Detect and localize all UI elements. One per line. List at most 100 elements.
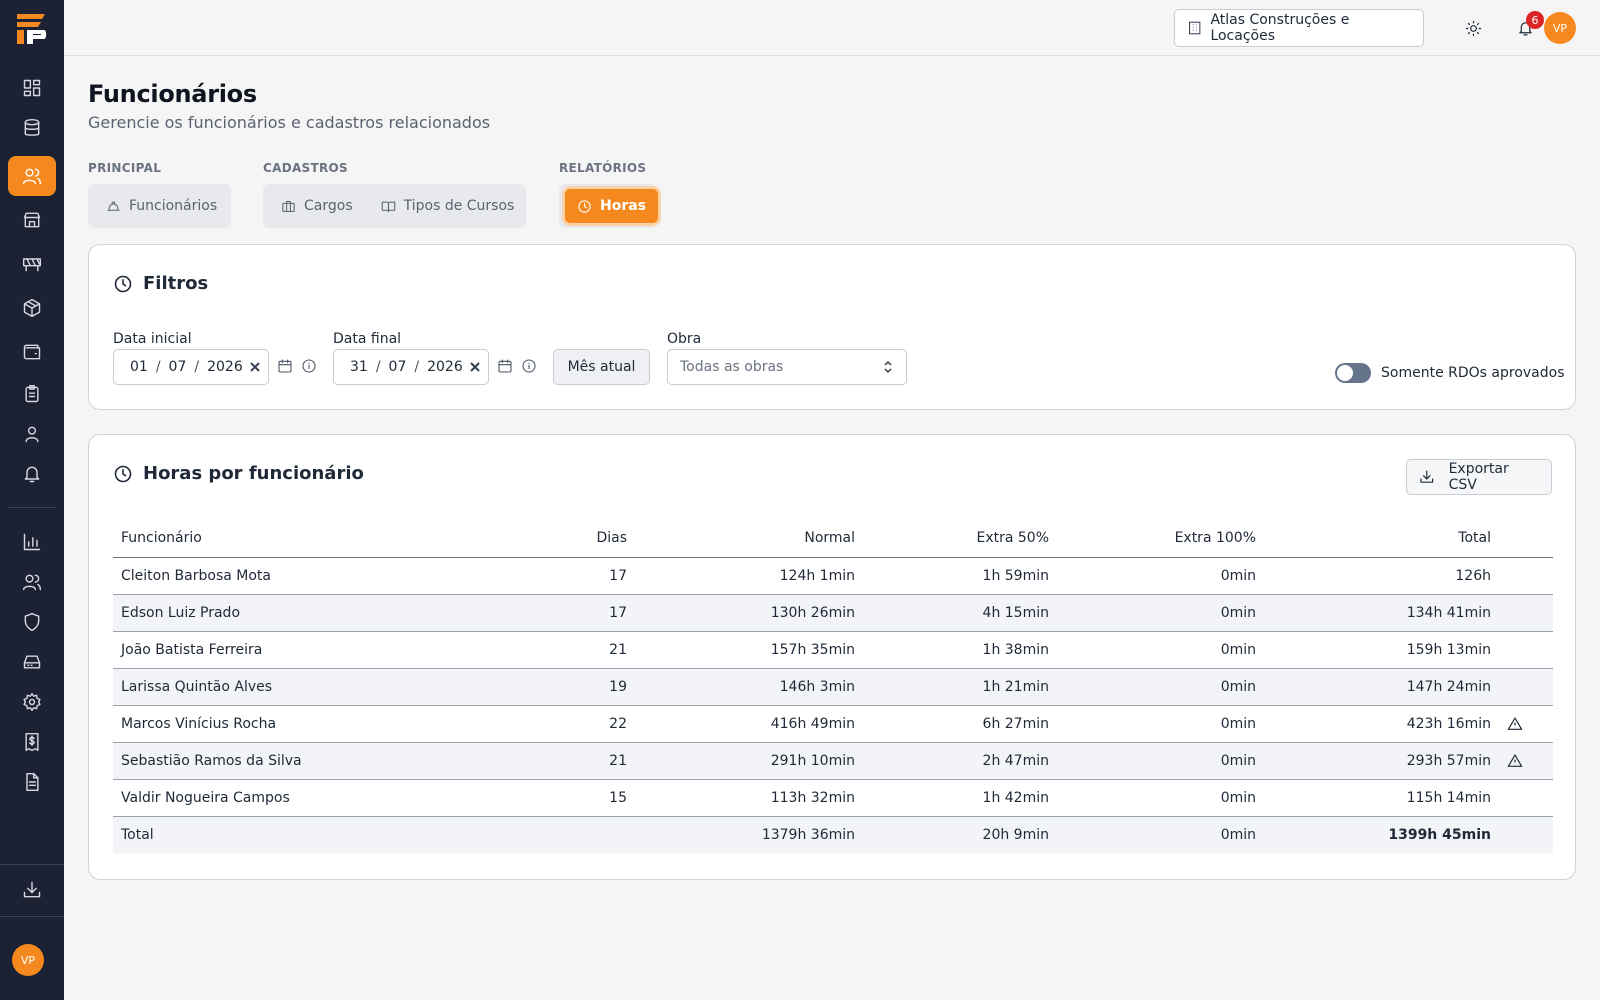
cell-funcionario: Larissa Quintão Alves <box>113 668 523 706</box>
table-row[interactable]: João Batista Ferreira 21 157h 35min 1h 38mi… <box>113 631 1553 669</box>
topbar: Atlas Construções e Locações 6 VP <box>64 0 1600 56</box>
current-month-button[interactable]: Mês atual <box>553 349 650 385</box>
total-extra-50: 20h 9min <box>863 816 1057 853</box>
tab-funcionarios[interactable]: Funcionários <box>94 189 229 223</box>
sidebar-item-reports[interactable] <box>8 522 56 562</box>
start-date-input[interactable]: 01/ 07/ 2026 <box>113 349 269 385</box>
sidebar-item-security[interactable] <box>8 602 56 642</box>
cell-extra-100: 0min <box>1057 594 1264 632</box>
tab-cargos[interactable]: Cargos <box>269 189 365 223</box>
column-header-normal[interactable]: Normal <box>635 519 863 558</box>
clock-icon <box>114 465 132 482</box>
shield-icon <box>24 612 40 632</box>
end-date-calendar-button[interactable] <box>497 358 513 374</box>
clear-end-date-button[interactable] <box>469 361 481 373</box>
export-csv-button[interactable]: Exportar CSV <box>1406 459 1552 495</box>
sidebar-item-packages[interactable] <box>8 288 56 328</box>
cell-total: 159h 13min <box>1264 631 1499 669</box>
sidebar-item-team[interactable] <box>8 562 56 602</box>
column-header-extra-50[interactable]: Extra 50% <box>863 519 1057 558</box>
tab-horas[interactable]: Horas <box>565 189 659 223</box>
gear-icon <box>23 692 41 712</box>
cell-extra-100: 0min <box>1057 705 1264 743</box>
page-title: Funcionários <box>88 80 257 108</box>
column-header-dias[interactable]: Dias <box>523 519 635 558</box>
tab-tipos-de-cursos[interactable]: Tipos de Cursos <box>369 189 527 223</box>
bell-icon <box>24 466 40 483</box>
users-icon <box>22 168 42 185</box>
sidebar-item-finance[interactable] <box>8 722 56 762</box>
notification-count-badge: 6 <box>1526 11 1544 29</box>
date-month: 07 <box>168 359 187 375</box>
file-text-icon <box>26 772 39 792</box>
calendar-icon <box>498 359 512 373</box>
cell-extra-100: 0min <box>1057 742 1264 780</box>
cell-extra-50: 4h 15min <box>863 594 1057 632</box>
user-avatar[interactable]: VP <box>1544 12 1576 44</box>
start-date-info-icon[interactable] <box>301 358 317 374</box>
brand-logo-icon <box>17 14 47 44</box>
company-selector-button[interactable]: Atlas Construções e Locações <box>1174 9 1424 47</box>
notifications-button[interactable]: 6 <box>1510 11 1544 43</box>
sidebar-item-clipboard[interactable] <box>8 374 56 414</box>
hard-hat-icon <box>107 201 120 211</box>
table-row[interactable]: Edson Luiz Prado 17 130h 26min 4h 15min 0min… <box>113 594 1553 632</box>
start-date-calendar-button[interactable] <box>277 358 293 374</box>
table-total-row: Total 1379h 36min 20h 9min 0min 1399h 45min <box>113 816 1553 853</box>
table-row[interactable]: Valdir Nogueira Campos 15 113h 32min 1h 42m… <box>113 779 1553 817</box>
end-date-input[interactable]: 31/ 07/ 2026 <box>333 349 489 385</box>
column-header-total[interactable]: Total <box>1264 519 1499 558</box>
sidebar-item-construction[interactable] <box>8 244 56 284</box>
store-icon <box>23 212 41 228</box>
sidebar-item-dashboard[interactable] <box>8 68 56 108</box>
sidebar-item-settings[interactable] <box>8 682 56 722</box>
sidebar-item-storage[interactable] <box>8 642 56 682</box>
info-icon <box>302 359 316 373</box>
cell-alert <box>1499 594 1553 632</box>
briefcase-icon <box>282 200 295 212</box>
database-icon <box>24 118 40 136</box>
obra-select[interactable]: Todas as obras <box>667 349 907 385</box>
table-row[interactable]: Marcos Vinícius Rocha 22 416h 49min 6h 27mi… <box>113 705 1553 743</box>
table-row[interactable]: Larissa Quintão Alves 19 146h 3min 1h 21min… <box>113 668 1553 706</box>
export-csv-label: Exportar CSV <box>1448 461 1509 493</box>
tab-group-relatorios: Horas <box>559 184 659 228</box>
obra-select-value: Todas as obras <box>680 359 784 375</box>
sidebar-item-user[interactable] <box>8 414 56 454</box>
hours-table-body: Cleiton Barbosa Mota 17 124h 1min 1h 59min 0… <box>113 557 1553 853</box>
table-row[interactable]: Sebastião Ramos da Silva 21 291h 10min 2h 4… <box>113 742 1553 780</box>
cell-extra-50: 1h 38min <box>863 631 1057 669</box>
sidebar-item-store[interactable] <box>8 200 56 240</box>
sidebar-item-documents[interactable] <box>8 762 56 802</box>
clipboard-list-icon <box>25 384 39 403</box>
cell-alert <box>1499 779 1553 817</box>
cell-extra-100: 0min <box>1057 631 1264 669</box>
sidebar-divider <box>0 916 64 917</box>
sidebar-item-funcionarios[interactable] <box>8 156 56 196</box>
sidebar-avatar[interactable]: VP <box>12 944 44 976</box>
sidebar-item-wallet[interactable] <box>8 332 56 372</box>
table-row[interactable]: Cleiton Barbosa Mota 17 124h 1min 1h 59min 0… <box>113 557 1553 595</box>
warning-triangle-icon[interactable] <box>1507 753 1523 769</box>
wallet-icon <box>23 344 41 360</box>
approved-only-toggle[interactable] <box>1335 363 1371 383</box>
column-header-funcionario[interactable]: Funcionário <box>113 519 523 558</box>
cell-dias: 21 <box>523 742 635 780</box>
date-year: 2026 <box>427 359 463 375</box>
sidebar-item-notifications[interactable] <box>8 454 56 494</box>
cell-alert <box>1499 557 1553 595</box>
hours-table: Funcionário Dias Normal Extra 50% Extra … <box>113 519 1553 853</box>
column-header-alert <box>1499 519 1553 558</box>
warning-triangle-icon[interactable] <box>1507 716 1523 732</box>
column-header-extra-100[interactable]: Extra 100% <box>1057 519 1264 558</box>
end-date-info-icon[interactable] <box>521 358 537 374</box>
cell-extra-50: 2h 47min <box>863 742 1057 780</box>
clear-start-date-button[interactable] <box>249 361 261 373</box>
cell-total: 293h 57min <box>1264 742 1499 780</box>
sidebar-item-download[interactable] <box>8 870 56 910</box>
sidebar-item-database[interactable] <box>8 108 56 148</box>
construction-barrier-icon <box>22 258 42 272</box>
total-alert <box>1499 816 1553 853</box>
cell-funcionario: Cleiton Barbosa Mota <box>113 557 523 595</box>
theme-toggle-button[interactable] <box>1458 13 1488 43</box>
